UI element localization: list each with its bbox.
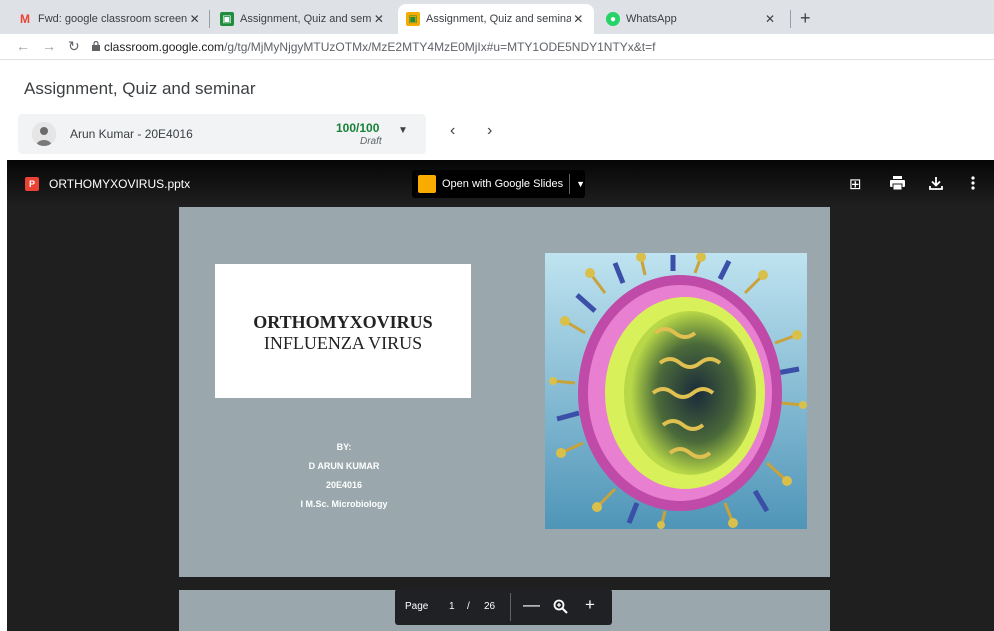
page-navigation: Page 1 / 26 — + <box>395 589 612 625</box>
browser-tab-bar: M Fwd: google classroom screen sh ✕ ▣ As… <box>0 0 994 34</box>
close-tab-icon[interactable]: ✕ <box>762 12 778 26</box>
tab-title: Assignment, Quiz and seminar <box>426 13 571 25</box>
more-options-icon[interactable] <box>971 176 975 190</box>
tab-separator <box>209 10 210 28</box>
print-icon[interactable] <box>890 176 905 190</box>
page-title: Assignment, Quiz and seminar <box>24 79 256 98</box>
tab-title: WhatsApp <box>626 13 677 25</box>
tab-classroom-1[interactable]: ▣ Assignment, Quiz and seminar ✕ <box>212 4 394 34</box>
previous-student-icon[interactable]: ‹ <box>450 122 455 140</box>
back-icon[interactable]: ← <box>16 38 30 54</box>
close-tab-icon[interactable]: ✕ <box>187 12 202 26</box>
file-name: ORTHOMYXOVIRUS.pptx <box>49 177 191 191</box>
grade-status: Draft <box>360 136 382 147</box>
grade-value[interactable]: 100/100 <box>336 121 379 135</box>
slide-by-label: BY: <box>336 442 352 452</box>
google-slides-icon <box>418 175 436 193</box>
forward-icon[interactable]: → <box>42 38 56 54</box>
lock-icon <box>92 41 100 51</box>
pptx-file-icon: P <box>25 177 39 191</box>
slide-subtitle: INFLUENZA VIRUS <box>263 333 423 353</box>
close-tab-icon[interactable]: ✕ <box>372 12 386 26</box>
open-with-button[interactable]: Open with Google Slides ▼ <box>412 170 585 198</box>
address-bar: ← → ↻ classroom.google.com/g/tg/MjMyNjgy… <box>0 34 994 60</box>
gmail-icon: M <box>20 12 30 26</box>
open-with-label: Open with Google Slides <box>442 178 564 190</box>
url-field[interactable]: classroom.google.com/g/tg/MjMyNjgyMTUzOT… <box>104 40 655 54</box>
zoom-in-icon[interactable]: + <box>585 595 595 615</box>
tab-title: Assignment, Quiz and seminar <box>240 13 372 25</box>
tab-whatsapp[interactable]: ● WhatsApp ✕ <box>598 4 786 34</box>
url-host: classroom.google.com <box>104 40 225 54</box>
divider <box>569 174 571 194</box>
whatsapp-icon: ● <box>606 12 620 26</box>
tab-title: Fwd: google classroom screen sh <box>38 13 188 25</box>
classroom-icon: ▣ <box>406 12 420 26</box>
new-tab-icon[interactable]: + <box>800 8 811 29</box>
page-separator: / <box>467 601 470 612</box>
close-tab-icon[interactable]: ✕ <box>571 12 586 26</box>
chevron-down-icon[interactable]: ▼ <box>398 125 408 136</box>
avatar <box>32 122 56 146</box>
influenza-virus-image <box>545 253 807 529</box>
zoom-out-icon[interactable]: — <box>523 595 540 615</box>
page-current[interactable]: 1 <box>449 601 455 612</box>
url-path: /g/tg/MjMyNjgyMTUzOTMx/MzE2MTY4MzE0MjIx#… <box>224 40 656 54</box>
tab-separator <box>790 10 791 28</box>
student-name: Arun Kumar - 20E4016 <box>70 127 193 141</box>
download-icon[interactable] <box>929 176 943 190</box>
slide-title: ORTHOMYXOVIRUS <box>253 312 433 332</box>
viewer-header: P ORTHOMYXOVIRUS.pptx Open with Google S… <box>7 160 994 206</box>
slide-roll-number: 20E4016 <box>325 480 363 490</box>
slide-course: I M.Sc. Microbiology <box>300 499 388 509</box>
student-selector[interactable]: Arun Kumar - 20E4016 100/100 Draft <box>18 114 426 154</box>
slide-author: D ARUN KUMAR <box>308 461 380 471</box>
tab-classroom-active[interactable]: ▣ Assignment, Quiz and seminar ✕ <box>398 4 594 34</box>
file-viewer: P ORTHOMYXOVIRUS.pptx Open with Google S… <box>7 160 994 631</box>
add-to-drive-icon[interactable]: ⊞ <box>849 175 862 193</box>
tab-gmail[interactable]: M Fwd: google classroom screen sh ✕ <box>10 4 210 34</box>
slide-page-1: ORTHOMYXOVIRUS INFLUENZA VIRUS BY: D ARU… <box>179 207 830 577</box>
divider <box>510 593 511 621</box>
reload-icon[interactable]: ↻ <box>68 38 80 55</box>
page-total: 26 <box>484 601 496 612</box>
next-student-icon[interactable]: › <box>487 122 492 140</box>
classroom-icon: ▣ <box>220 12 234 26</box>
chevron-down-icon[interactable]: ▼ <box>576 179 585 189</box>
page-label: Page <box>405 601 429 612</box>
zoom-icon[interactable] <box>553 599 568 614</box>
slide-title-box: ORTHOMYXOVIRUS INFLUENZA VIRUS <box>215 264 471 398</box>
